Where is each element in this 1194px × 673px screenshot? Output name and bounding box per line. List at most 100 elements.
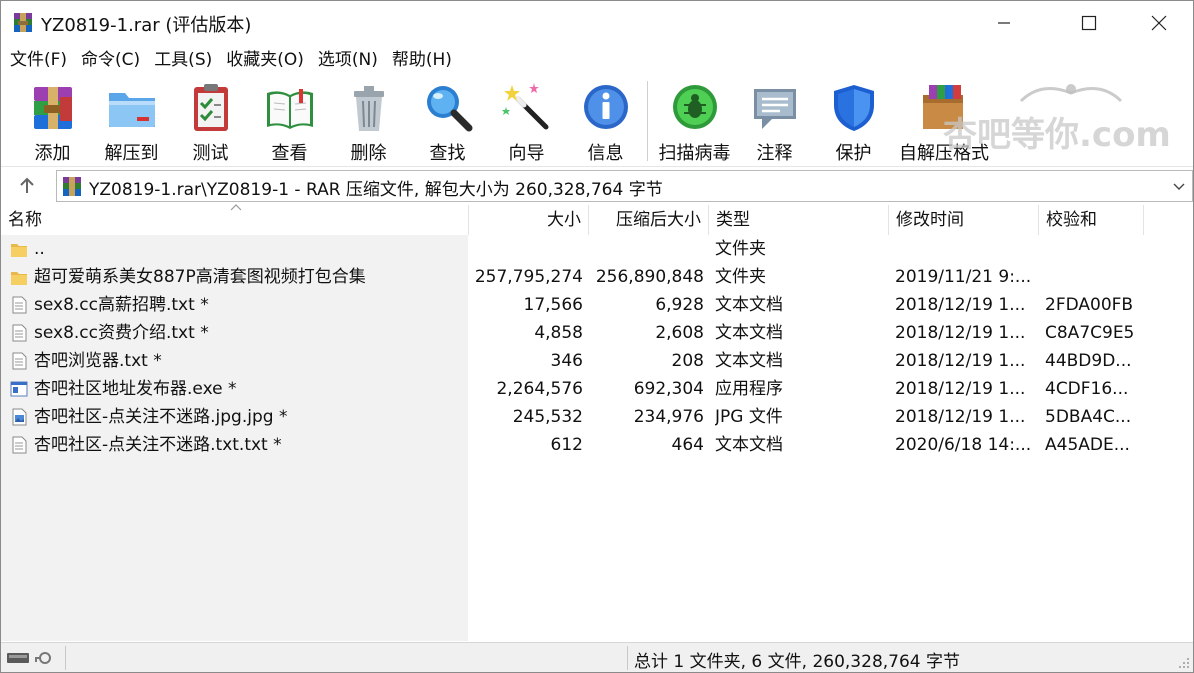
add-archive-icon [33, 87, 72, 129]
magic-wand-icon [501, 83, 548, 130]
image-file-icon [12, 408, 27, 426]
delete-button[interactable]: 删除 [329, 79, 408, 164]
column-header-type[interactable]: 类型 [709, 205, 889, 235]
test-label: 测试 [192, 143, 229, 164]
column-header-size[interactable]: 大小 [469, 205, 589, 235]
status-bar: 总计 1 文件夹, 6 文件, 260,328,764 字节 [1, 642, 1193, 672]
file-row[interactable]: sex8.cc资费介绍.txt * 4,858 2,608 文本文档 2018/12/1… [1, 319, 1193, 347]
file-packed-size: 234,976 [633, 407, 704, 427]
watermark-ornament-icon [1019, 84, 1123, 103]
menu-bar: 文件(F) 命令(C) 工具(S) 收藏夹(O) 选项(N) 帮助(H) [1, 45, 1193, 75]
folder-icon [11, 272, 27, 285]
file-row[interactable]: 杏吧社区地址发布器.exe * 2,264,576 692,304 应用程序 2018/… [1, 375, 1193, 403]
file-row[interactable]: 杏吧社区-点关注不迷路.txt.txt * 612 464 文本文档 2020/6/18… [1, 431, 1193, 459]
close-icon [1151, 15, 1167, 31]
file-name: 超可爱萌系美女887P高清套图视频打包合集 [34, 267, 366, 287]
test-button[interactable]: 测试 [171, 79, 250, 164]
list-header: 名称 大小 压缩后大小 类型 修改时间 校验和 [1, 204, 1193, 235]
arrow-up-icon [20, 177, 34, 193]
virus-scan-button[interactable]: 扫描病毒 [655, 79, 734, 164]
file-row[interactable]: 杏吧浏览器.txt * 346 208 文本文档 2018/12/19 1... 44BD… [1, 347, 1193, 375]
file-modified: 2018/12/19 1... [895, 351, 1026, 371]
address-path-field[interactable]: YZ0819-1.rar\YZ0819-1 - RAR 压缩文件, 解包大小为 … [56, 170, 1193, 202]
up-one-level-button[interactable] [11, 172, 43, 200]
file-name: sex8.cc高薪招聘.txt * [34, 295, 209, 315]
file-crc: C8A7C9E5 [1045, 323, 1135, 343]
column-header-packed[interactable]: 压缩后大小 [589, 205, 709, 235]
file-size: 612 [550, 435, 583, 455]
folder-up-icon [11, 244, 27, 257]
file-row[interactable]: 超可爱萌系美女887P高清套图视频打包合集 257,795,274 256,890,… [1, 263, 1193, 291]
trash-can-icon [353, 86, 384, 131]
sort-ascending-icon [230, 204, 242, 211]
file-type: JPG 文件 [715, 407, 783, 427]
file-name: 杏吧浏览器.txt * [34, 351, 162, 371]
menu-favorites[interactable]: 收藏夹(O) [217, 45, 304, 75]
menu-options[interactable]: 选项(N) [309, 45, 378, 75]
file-packed-size: 464 [671, 435, 704, 455]
view-book-icon [266, 89, 313, 129]
column-header-modified[interactable]: 修改时间 [889, 205, 1039, 235]
extract-to-button[interactable]: 解压到 [92, 79, 171, 164]
status-divider [65, 646, 66, 670]
shield-icon [833, 85, 874, 131]
comment-button[interactable]: 注释 [735, 79, 814, 164]
file-packed-size: 2,608 [655, 323, 704, 343]
file-size: 257,795,274 [474, 267, 583, 287]
add-button[interactable]: 添加 [13, 79, 92, 164]
text-file-icon [12, 324, 27, 342]
file-modified: 2018/12/19 1... [895, 323, 1026, 343]
window-title: YZ0819-1.rar (评估版本) [41, 15, 252, 36]
file-size: 346 [550, 351, 583, 371]
file-name: 杏吧社区-点关注不迷路.txt.txt * [34, 435, 282, 455]
file-crc: 2FDA00FB [1045, 295, 1134, 315]
file-size [471, 235, 583, 263]
maximize-button[interactable] [1054, 1, 1124, 45]
file-row[interactable]: sex8.cc高薪招聘.txt * 17,566 6,928 文本文档 2018/12/… [1, 291, 1193, 319]
file-name: 杏吧社区地址发布器.exe * [34, 379, 237, 399]
column-header-crc-label: 校验和 [1046, 210, 1097, 230]
file-row[interactable]: .. 文件夹 [1, 235, 1193, 263]
exe-file-icon [10, 381, 28, 397]
menu-commands[interactable]: 命令(C) [72, 45, 140, 75]
test-clipboard-icon [193, 84, 228, 131]
menu-file[interactable]: 文件(F) [1, 45, 67, 75]
status-divider [627, 646, 628, 670]
file-crc [1045, 235, 1140, 263]
minimize-button[interactable] [969, 1, 1039, 45]
file-rows: .. 文件夹 超可爱萌系美女887P高清套图视频打包合集 257,795,274 256… [1, 235, 1193, 459]
file-modified: 2020/6/18 14:... [895, 435, 1032, 455]
file-type: 应用程序 [715, 379, 783, 399]
protect-button[interactable]: 保护 [814, 79, 893, 164]
file-crc: 5DBA4C... [1045, 407, 1132, 427]
resize-grip-icon[interactable] [1178, 657, 1190, 669]
status-summary: 总计 1 文件夹, 6 文件, 260,328,764 字节 [634, 652, 961, 672]
column-header-packed-label: 压缩后大小 [616, 210, 701, 230]
text-file-icon [12, 436, 27, 454]
chevron-down-icon[interactable] [1172, 179, 1186, 193]
menu-tools[interactable]: 工具(S) [145, 45, 212, 75]
file-modified: 2018/12/19 1... [895, 379, 1026, 399]
sfx-button[interactable]: 自解压格式 [896, 79, 992, 164]
file-packed-size: 208 [671, 351, 704, 371]
file-name: sex8.cc资费介绍.txt * [34, 323, 209, 343]
file-crc: 4CDF16... [1045, 379, 1129, 399]
file-crc: A45ADE... [1045, 435, 1130, 455]
file-row[interactable]: 杏吧社区-点关注不迷路.jpg.jpg * 245,532 234,976 JPG 文… [1, 403, 1193, 431]
winrar-app-icon [14, 13, 32, 32]
title-bar: YZ0819-1.rar (评估版本) [1, 1, 1193, 45]
rar-archive-icon [63, 177, 81, 196]
close-button[interactable] [1124, 1, 1194, 45]
file-modified: 2018/12/19 1... [895, 295, 1026, 315]
menu-help[interactable]: 帮助(H) [383, 45, 452, 75]
file-modified [895, 235, 1035, 263]
view-button[interactable]: 查看 [250, 79, 329, 164]
file-size: 2,264,576 [496, 379, 583, 399]
file-modified: 2019/11/21 9:... [895, 267, 1032, 287]
find-button[interactable]: 查找 [408, 79, 487, 164]
sfx-label: 自解压格式 [899, 143, 989, 164]
file-modified: 2018/12/19 1... [895, 407, 1026, 427]
column-header-crc[interactable]: 校验和 [1039, 205, 1144, 235]
info-button[interactable]: 信息 [566, 79, 645, 164]
wizard-button[interactable]: 向导 [487, 79, 566, 164]
